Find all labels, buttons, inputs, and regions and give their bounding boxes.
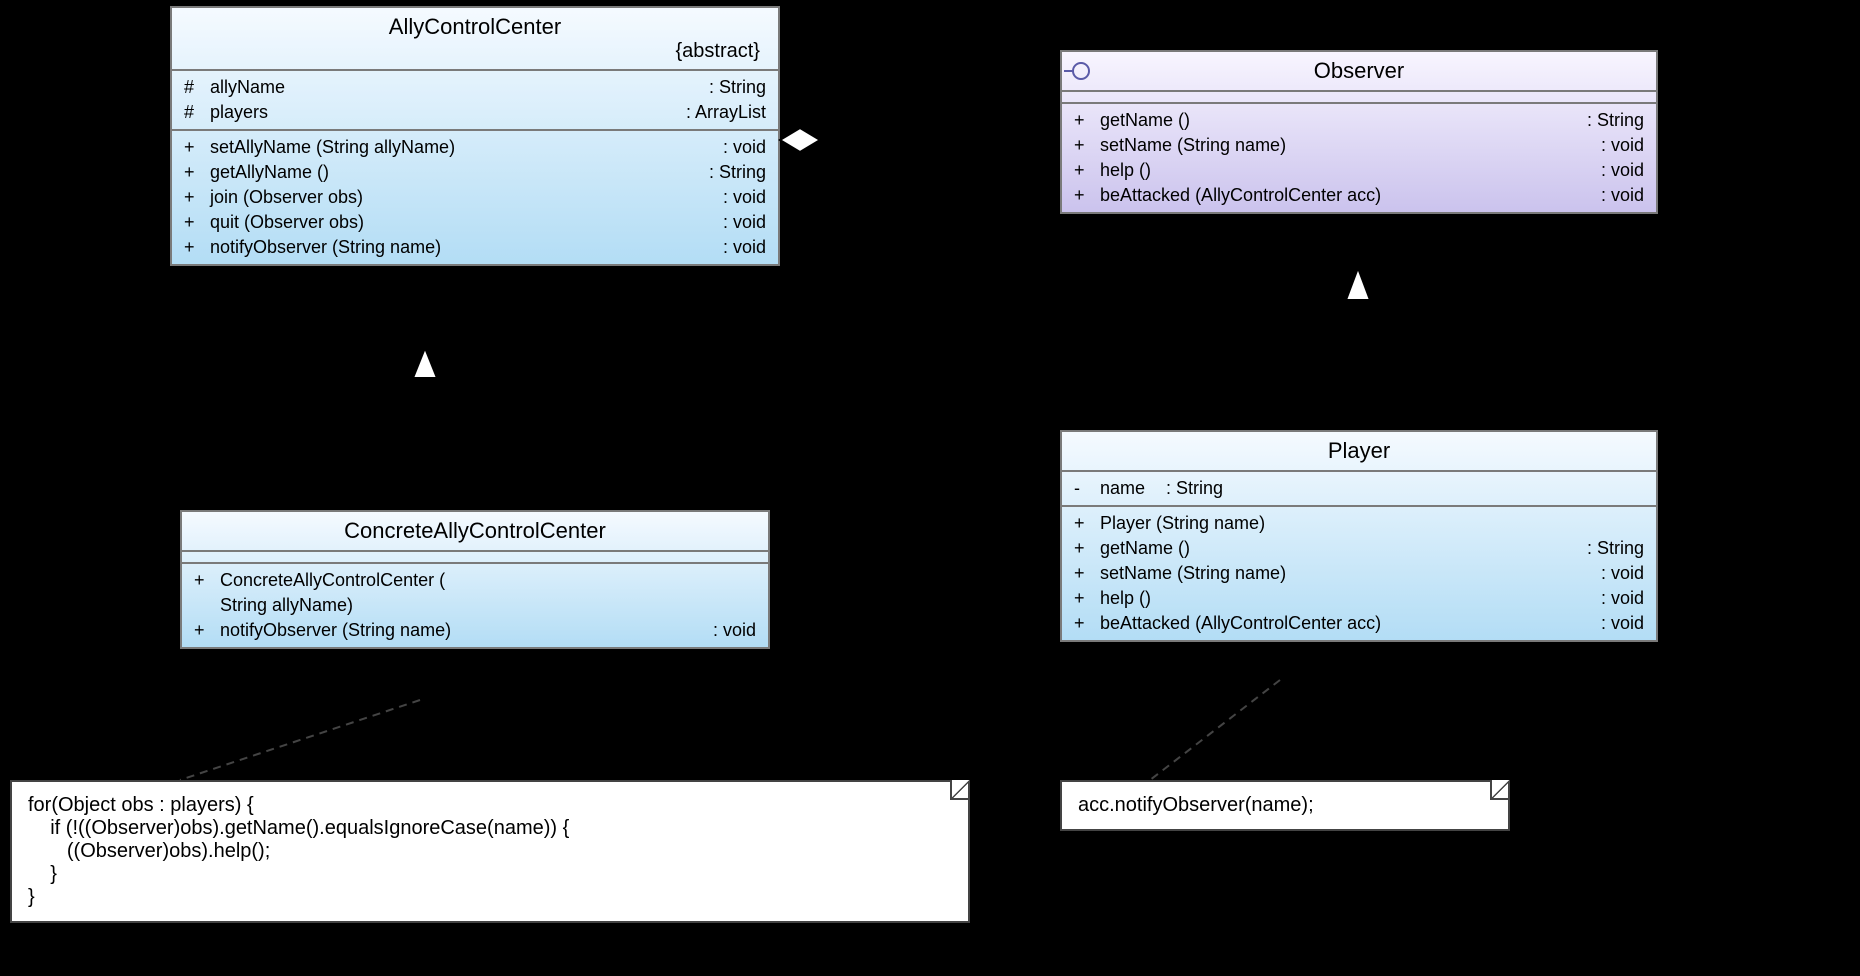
method-row: +setName (String name): void <box>1074 133 1644 158</box>
method-row: +setName (String name): void <box>1074 561 1644 586</box>
class-attributes-empty <box>182 552 768 564</box>
note-link-right <box>1150 680 1280 780</box>
class-observer: Observer +getName (): String +setName (S… <box>1060 50 1658 214</box>
method-row: +getName (): String <box>1074 536 1644 561</box>
method-row: +beAttacked (AllyControlCenter acc): voi… <box>1074 183 1644 208</box>
class-concreteallycontrolcenter: ConcreteAllyControlCenter +ConcreteAllyC… <box>180 510 770 649</box>
generalization-concrete <box>413 348 437 510</box>
note-text: for(Object obs : players) { if (!((Obser… <box>28 794 952 909</box>
class-attributes: -name : String <box>1062 472 1656 507</box>
class-allycontrolcenter: AllyControlCenter {abstract} #allyName: … <box>170 6 780 266</box>
class-name: AllyControlCenter <box>182 14 768 40</box>
method-row: +help (): void <box>1074 158 1644 183</box>
class-methods: +ConcreteAllyControlCenter ( String ally… <box>182 564 768 647</box>
method-row: +notifyObserver (String name): void <box>184 235 766 260</box>
attribute-row: #allyName: String <box>184 75 766 100</box>
method-row: +Player (String name) <box>1074 511 1644 536</box>
method-row: +setAllyName (String allyName): void <box>184 135 766 160</box>
method-row: +join (Observer obs): void <box>184 185 766 210</box>
method-row: +ConcreteAllyControlCenter ( <box>194 568 756 593</box>
method-row: String allyName) <box>194 593 756 618</box>
attribute-row: -name : String <box>1074 476 1644 501</box>
class-title: ConcreteAllyControlCenter <box>182 512 768 552</box>
class-attributes-empty <box>1062 92 1656 104</box>
class-name: ConcreteAllyControlCenter <box>192 518 758 544</box>
method-row: +help (): void <box>1074 586 1644 611</box>
class-stereotype: {abstract} <box>182 40 768 63</box>
method-row: +beAttacked (AllyControlCenter acc): voi… <box>1074 611 1644 636</box>
note-right: acc.notifyObserver(name); <box>1060 780 1510 831</box>
class-title: Player <box>1062 432 1656 472</box>
method-row: +getName (): String <box>1074 108 1644 133</box>
class-title: Observer <box>1062 52 1656 92</box>
method-row: +quit (Observer obs): void <box>184 210 766 235</box>
class-attributes: #allyName: String #players: ArrayList <box>172 71 778 131</box>
class-title: AllyControlCenter {abstract} <box>172 8 778 71</box>
method-row: +getAllyName (): String <box>184 160 766 185</box>
aggregation-line <box>780 128 1060 152</box>
method-row: +notifyObserver (String name): void <box>194 618 756 643</box>
note-link-left <box>180 700 420 780</box>
class-methods: +setAllyName (String allyName): void +ge… <box>172 131 778 264</box>
class-name: Player <box>1072 438 1646 464</box>
note-left: for(Object obs : players) { if (!((Obser… <box>10 780 970 923</box>
note-text: acc.notifyObserver(name); <box>1078 794 1492 817</box>
attribute-row: #players: ArrayList <box>184 100 766 125</box>
class-methods: +Player (String name) +getName (): Strin… <box>1062 507 1656 640</box>
interface-icon <box>1072 62 1090 80</box>
class-methods: +getName (): String +setName (String nam… <box>1062 104 1656 212</box>
class-player: Player -name : String +Player (String na… <box>1060 430 1658 642</box>
realization-player <box>1346 268 1370 430</box>
class-name: Observer <box>1072 58 1646 84</box>
